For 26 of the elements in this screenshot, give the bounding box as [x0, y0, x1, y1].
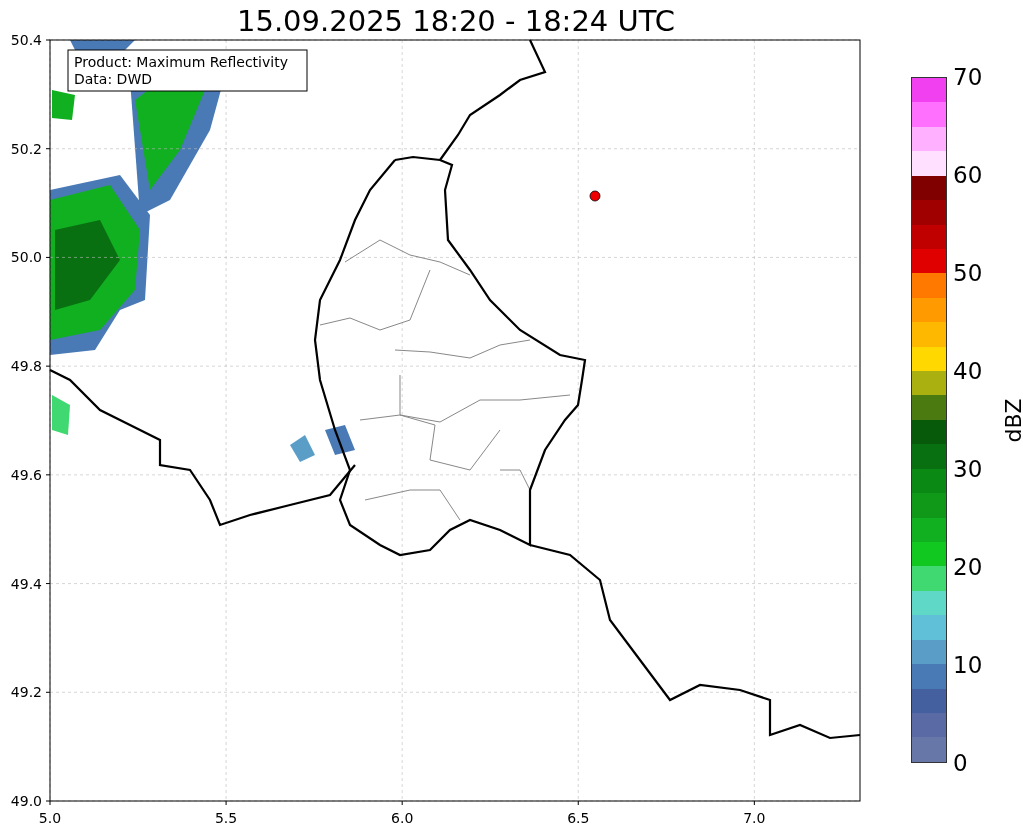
- colorbar-tick-label: 40: [953, 357, 983, 385]
- x-tick-label: 6.5: [567, 810, 590, 826]
- x-tick-label: 5.0: [38, 810, 62, 826]
- y-tick-label: 49.4: [10, 575, 42, 592]
- y-tick-label: 49.6: [10, 466, 42, 483]
- location-marker: [589, 190, 601, 202]
- colorbar-tick-label: 70: [953, 63, 983, 91]
- x-tick-label: 7.0: [743, 810, 766, 826]
- x-tick-label: 5.5: [214, 810, 238, 826]
- colorbar-tick-label: 0: [953, 749, 968, 777]
- y-tick-label: 50.2: [10, 140, 42, 157]
- y-tick-label: 49.8: [10, 358, 42, 375]
- y-tick-label: 49.2: [10, 684, 42, 701]
- x-tick-label: 6.0: [391, 810, 414, 826]
- colorbar-tick-label: 10: [953, 651, 983, 679]
- chart-title: 15.09.2025 18:20 - 18:24 UTC: [237, 4, 675, 38]
- colorbar-tick-label: 60: [953, 161, 983, 189]
- colorbar-label: dBZ: [1000, 397, 1023, 443]
- colorbar-tick-label: 50: [953, 259, 983, 287]
- colorbar-tick-label: 30: [953, 455, 983, 483]
- y-tick-label: 49.0: [10, 793, 42, 809]
- y-tick-label: 50.4: [10, 32, 42, 48]
- colorbar-tick-label: 20: [953, 553, 983, 581]
- legend-text: Data: DWD: [74, 71, 152, 87]
- y-tick-label: 50.0: [10, 249, 42, 266]
- legend-text: Product: Maximum Reflectivity: [74, 54, 288, 70]
